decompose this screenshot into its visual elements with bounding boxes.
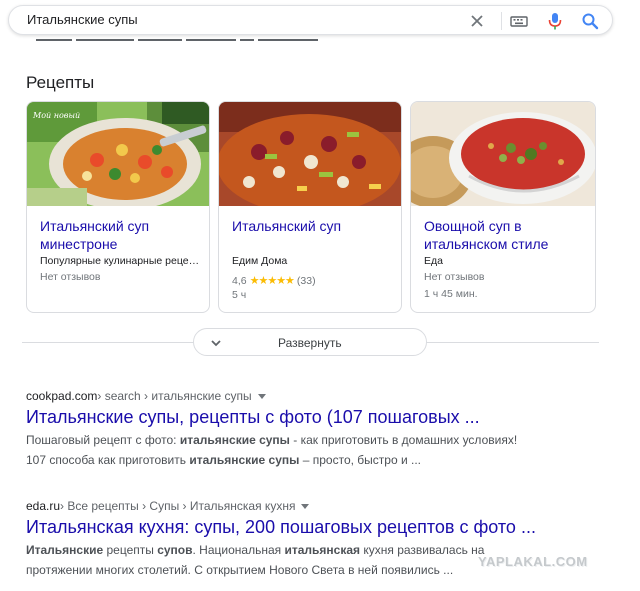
search-result: eda.ru › Все рецепты › Супы › Итальянска… (26, 499, 536, 580)
result-breadcrumb: › Все рецепты › Супы › Итальянская кухня (60, 499, 296, 513)
recipe-card-source: Еда (424, 255, 443, 267)
recipe-card-title[interactable]: Овощной суп в итальянском стиле (424, 217, 584, 253)
expand-label: Развернуть (278, 336, 342, 350)
search-divider (501, 12, 502, 30)
search-icon[interactable] (580, 11, 600, 31)
result-domain: eda.ru (26, 499, 61, 513)
recipe-card[interactable]: Итальянский суп Едим Дома 4,6 ★★★★★ (33)… (218, 101, 402, 313)
recipe-card-title[interactable]: Итальянский суп (232, 217, 392, 235)
recipe-image[interactable]: Мой новый (27, 102, 209, 206)
result-snippet: Итальянские рецепты супов. Национальная … (26, 543, 485, 577)
expand-button[interactable]: Развернуть (193, 328, 427, 356)
recipe-card-reviews: Нет отзывов (424, 271, 485, 283)
recipes-heading: Рецепты (26, 73, 95, 92)
recipe-card[interactable]: Овощной суп в итальянском стиле Еда Нет … (410, 101, 596, 313)
search-box[interactable]: Итальянские супы (8, 5, 613, 35)
recipe-image[interactable] (219, 102, 401, 206)
close-icon[interactable] (468, 11, 486, 31)
recipe-image[interactable] (411, 102, 595, 206)
cut-off-snippet (26, 37, 326, 43)
microphone-icon[interactable] (547, 11, 563, 31)
rating-value: 4,6 (232, 274, 247, 287)
chevron-down-icon (211, 340, 221, 347)
result-url[interactable]: cookpad.com › search › итальянские супы (26, 389, 517, 403)
top-bar: Итальянские супы (0, 0, 640, 44)
image-caption: Мой новый (32, 111, 80, 120)
watermark: YAPLAKAL.COM (478, 554, 588, 569)
search-input[interactable]: Итальянские супы (27, 12, 138, 27)
result-url[interactable]: eda.ru › Все рецепты › Супы › Итальянска… (26, 499, 536, 513)
recipe-card[interactable]: Мой новый Итальянский суп минестроне Поп… (26, 101, 210, 313)
result-breadcrumb: › search › итальянские супы (97, 389, 252, 403)
recipe-card-reviews: Нет отзывов (40, 271, 101, 283)
result-snippet: Пошаговый рецепт с фото: итальянские суп… (26, 433, 518, 467)
result-domain: cookpad.com (26, 389, 98, 403)
dropdown-arrow-icon[interactable] (301, 504, 310, 509)
result-title[interactable]: Итальянская кухня: супы, 200 пошаговых р… (26, 517, 536, 538)
keyboard-icon[interactable] (509, 11, 529, 31)
recipe-card-time: 1 ч 45 мин. (424, 288, 478, 300)
recipe-card-source: Едим Дома (232, 255, 288, 267)
rating-stars: ★★★★★ (249, 275, 295, 287)
dropdown-arrow-icon[interactable] (257, 394, 266, 399)
search-result: cookpad.com › search › итальянские супы … (26, 389, 517, 470)
result-title[interactable]: Итальянские супы, рецепты с фото (107 по… (26, 407, 517, 428)
recipe-card-title[interactable]: Итальянский суп минестроне (40, 217, 200, 253)
rating-count: (33) (296, 274, 316, 287)
recipe-rating: 4,6 ★★★★★ (33) (232, 274, 316, 288)
recipe-card-time: 5 ч (232, 289, 247, 301)
recipe-card-source: Популярные кулинарные рецепты (40, 255, 200, 267)
